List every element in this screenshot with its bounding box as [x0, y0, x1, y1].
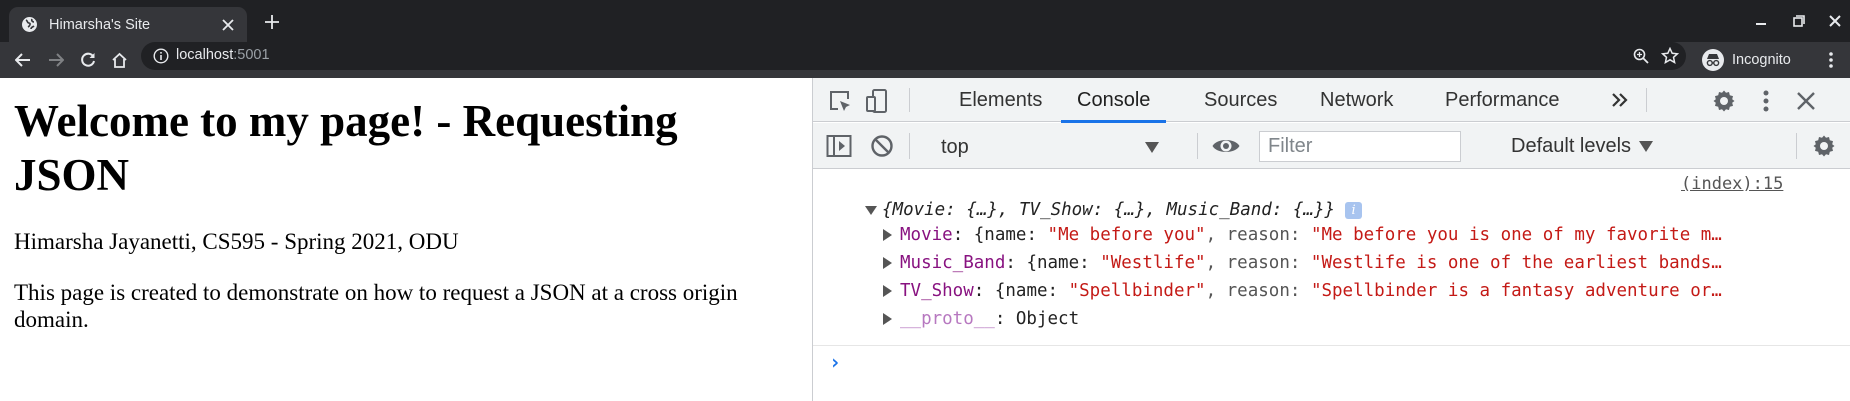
restore-icon[interactable]: [1788, 10, 1810, 32]
tab-network[interactable]: Network: [1320, 78, 1393, 122]
tab-performance[interactable]: Performance: [1445, 78, 1560, 122]
log-levels-dropdown[interactable]: Default levels: [1511, 131, 1654, 161]
property-key: Music_Band: [900, 253, 1006, 273]
back-icon[interactable]: [11, 48, 35, 72]
object-summary: {Movie: {…}, TV_Show: {…}, Music_Band: {…: [882, 200, 1336, 220]
console-prompt[interactable]: ›: [829, 350, 841, 374]
close-window-icon[interactable]: [1824, 10, 1846, 32]
incognito-icon: [1702, 49, 1724, 71]
reload-icon[interactable]: [76, 48, 100, 72]
proto-property-row[interactable]: __proto__: Object: [883, 309, 1839, 329]
toolbar-divider: [909, 88, 910, 112]
globe-icon: [21, 16, 38, 33]
page-description: This page is created to demonstrate on h…: [14, 280, 738, 332]
home-icon[interactable]: [107, 48, 131, 72]
property-reason-value: "Westlife is one of the earliest bands…: [1310, 253, 1722, 273]
object-property-row[interactable]: Music_Band: {name: "Westlife", reason: "…: [883, 253, 1839, 273]
property-reason-value: "Me before you is one of my favorite m…: [1310, 225, 1722, 245]
minimize-icon[interactable]: [1750, 10, 1772, 32]
show-sidebar-icon[interactable]: [825, 132, 853, 160]
site-info-icon[interactable]: [153, 48, 169, 64]
bookmark-star-icon[interactable]: [1661, 47, 1679, 65]
new-tab-icon[interactable]: [261, 11, 283, 33]
property-key: TV_Show: [900, 281, 974, 301]
logged-object[interactable]: {Movie: {…}, TV_Show: {…}, Music_Band: {…: [865, 200, 1363, 220]
browser-tab[interactable]: Himarsha's Site: [9, 7, 247, 42]
tab-elements[interactable]: Elements: [959, 78, 1042, 122]
url-text: localhost:5001: [176, 47, 270, 63]
chevron-double-right-icon[interactable]: [1609, 90, 1631, 110]
property-mid: , reason:: [1205, 281, 1311, 301]
info-icon[interactable]: i: [1345, 201, 1363, 219]
console-settings-gear-icon[interactable]: [1811, 133, 1837, 159]
tab-title: Himarsha's Site: [49, 16, 151, 33]
context-value: top: [941, 135, 969, 158]
console-filter-input[interactable]: Filter: [1259, 131, 1461, 162]
devtools-tab-bar: Elements Console Sources Network Perform…: [813, 78, 1850, 123]
property-open: {name:: [973, 225, 1048, 245]
property-name-value: "Westlife": [1100, 253, 1206, 273]
property-name-value: "Me before you": [1047, 225, 1206, 245]
page-heading: Welcome to my page! - Requesting JSON: [14, 96, 678, 200]
toolbar-divider: [909, 133, 910, 159]
log-levels-label: Default levels: [1511, 134, 1632, 157]
forward-icon[interactable]: [44, 48, 68, 72]
chevron-down-icon: [1639, 140, 1654, 152]
address-bar[interactable]: localhost:5001: [141, 42, 1686, 70]
zoom-icon[interactable]: [1632, 47, 1650, 65]
devtools-panel: Elements Console Sources Network Perform…: [812, 78, 1850, 401]
url-host: localhost: [176, 47, 234, 63]
device-toolbar-icon[interactable]: [865, 88, 891, 114]
collapsed-triangle-icon[interactable]: [883, 229, 892, 241]
incognito-indicator[interactable]: Incognito: [1702, 48, 1791, 72]
eye-icon[interactable]: [1210, 134, 1242, 158]
web-page: Welcome to my page! - Requesting JSON Hi…: [0, 78, 812, 401]
close-tab-icon[interactable]: [219, 16, 237, 34]
tab-sources[interactable]: Sources: [1204, 78, 1277, 122]
console-output: (index):15 {Movie: {…}, TV_Show: {…}, Mu…: [813, 170, 1850, 401]
object-property-row[interactable]: Movie: {name: "Me before you", reason: "…: [883, 225, 1839, 245]
proto-value: : Object: [994, 309, 1080, 329]
collapsed-triangle-icon[interactable]: [883, 285, 892, 297]
collapsed-triangle-icon[interactable]: [883, 313, 892, 325]
property-open: {name:: [994, 281, 1069, 301]
property-open: {name:: [1026, 253, 1101, 273]
toolbar-divider: [1197, 133, 1198, 159]
inspect-element-icon[interactable]: [827, 88, 853, 114]
object-property-row[interactable]: TV_Show: {name: "Spellbinder", reason: "…: [883, 281, 1839, 301]
toolbar-divider: [1646, 88, 1647, 112]
property-mid: , reason:: [1205, 225, 1311, 245]
property-name-value: "Spellbinder": [1068, 281, 1206, 301]
clear-console-icon[interactable]: [869, 133, 895, 159]
chevron-down-icon: [1145, 142, 1159, 153]
toolbar-divider: [1796, 133, 1797, 159]
console-divider: [813, 345, 1850, 346]
author-line: Himarsha Jayanetti, CS595 - Spring 2021,…: [14, 229, 459, 254]
collapsed-triangle-icon[interactable]: [883, 257, 892, 269]
proto-key: __proto__: [900, 309, 995, 329]
property-key: Movie: [900, 225, 953, 245]
url-port: :5001: [233, 47, 270, 63]
source-link[interactable]: (index):15: [1681, 174, 1783, 194]
context-selector[interactable]: top: [941, 133, 1167, 161]
property-reason-value: "Spellbinder is a fantasy adventure or…: [1310, 281, 1722, 301]
incognito-label: Incognito: [1732, 52, 1791, 68]
tab-strip: Himarsha's Site: [0, 0, 1850, 42]
tab-console[interactable]: Console: [1060, 78, 1167, 123]
property-mid: , reason:: [1205, 253, 1311, 273]
close-devtools-icon[interactable]: [1795, 90, 1817, 112]
more-options-icon[interactable]: [1756, 88, 1776, 114]
console-toolbar: top Filter Default levels: [813, 123, 1850, 169]
browser-menu-icon[interactable]: [1822, 48, 1840, 72]
settings-gear-icon[interactable]: [1711, 88, 1737, 114]
expand-triangle-icon[interactable]: [865, 205, 877, 215]
